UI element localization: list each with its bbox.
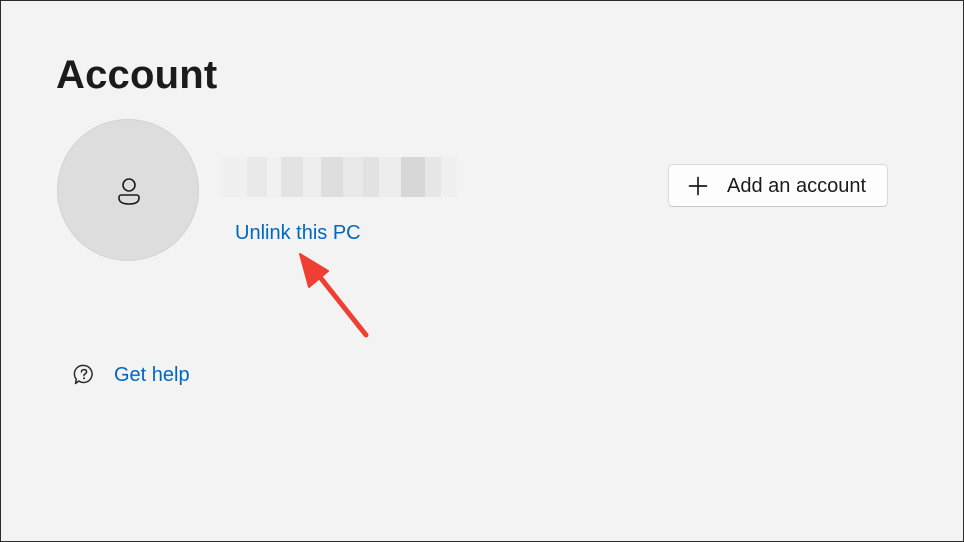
- avatar: [57, 119, 199, 261]
- get-help-row[interactable]: Get help: [73, 362, 190, 388]
- add-account-label: Add an account: [727, 174, 866, 197]
- help-chat-icon: [73, 364, 93, 385]
- plus-icon: [688, 176, 708, 195]
- account-window: Account Unlink this PC Add an account Ge…: [0, 0, 964, 542]
- unlink-this-pc-link[interactable]: Unlink this PC: [235, 220, 361, 246]
- redacted-account-name: [221, 157, 457, 197]
- add-account-button[interactable]: Add an account: [668, 164, 888, 207]
- get-help-link[interactable]: Get help: [114, 362, 190, 388]
- person-icon: [118, 178, 140, 205]
- page-title: Account: [56, 53, 218, 97]
